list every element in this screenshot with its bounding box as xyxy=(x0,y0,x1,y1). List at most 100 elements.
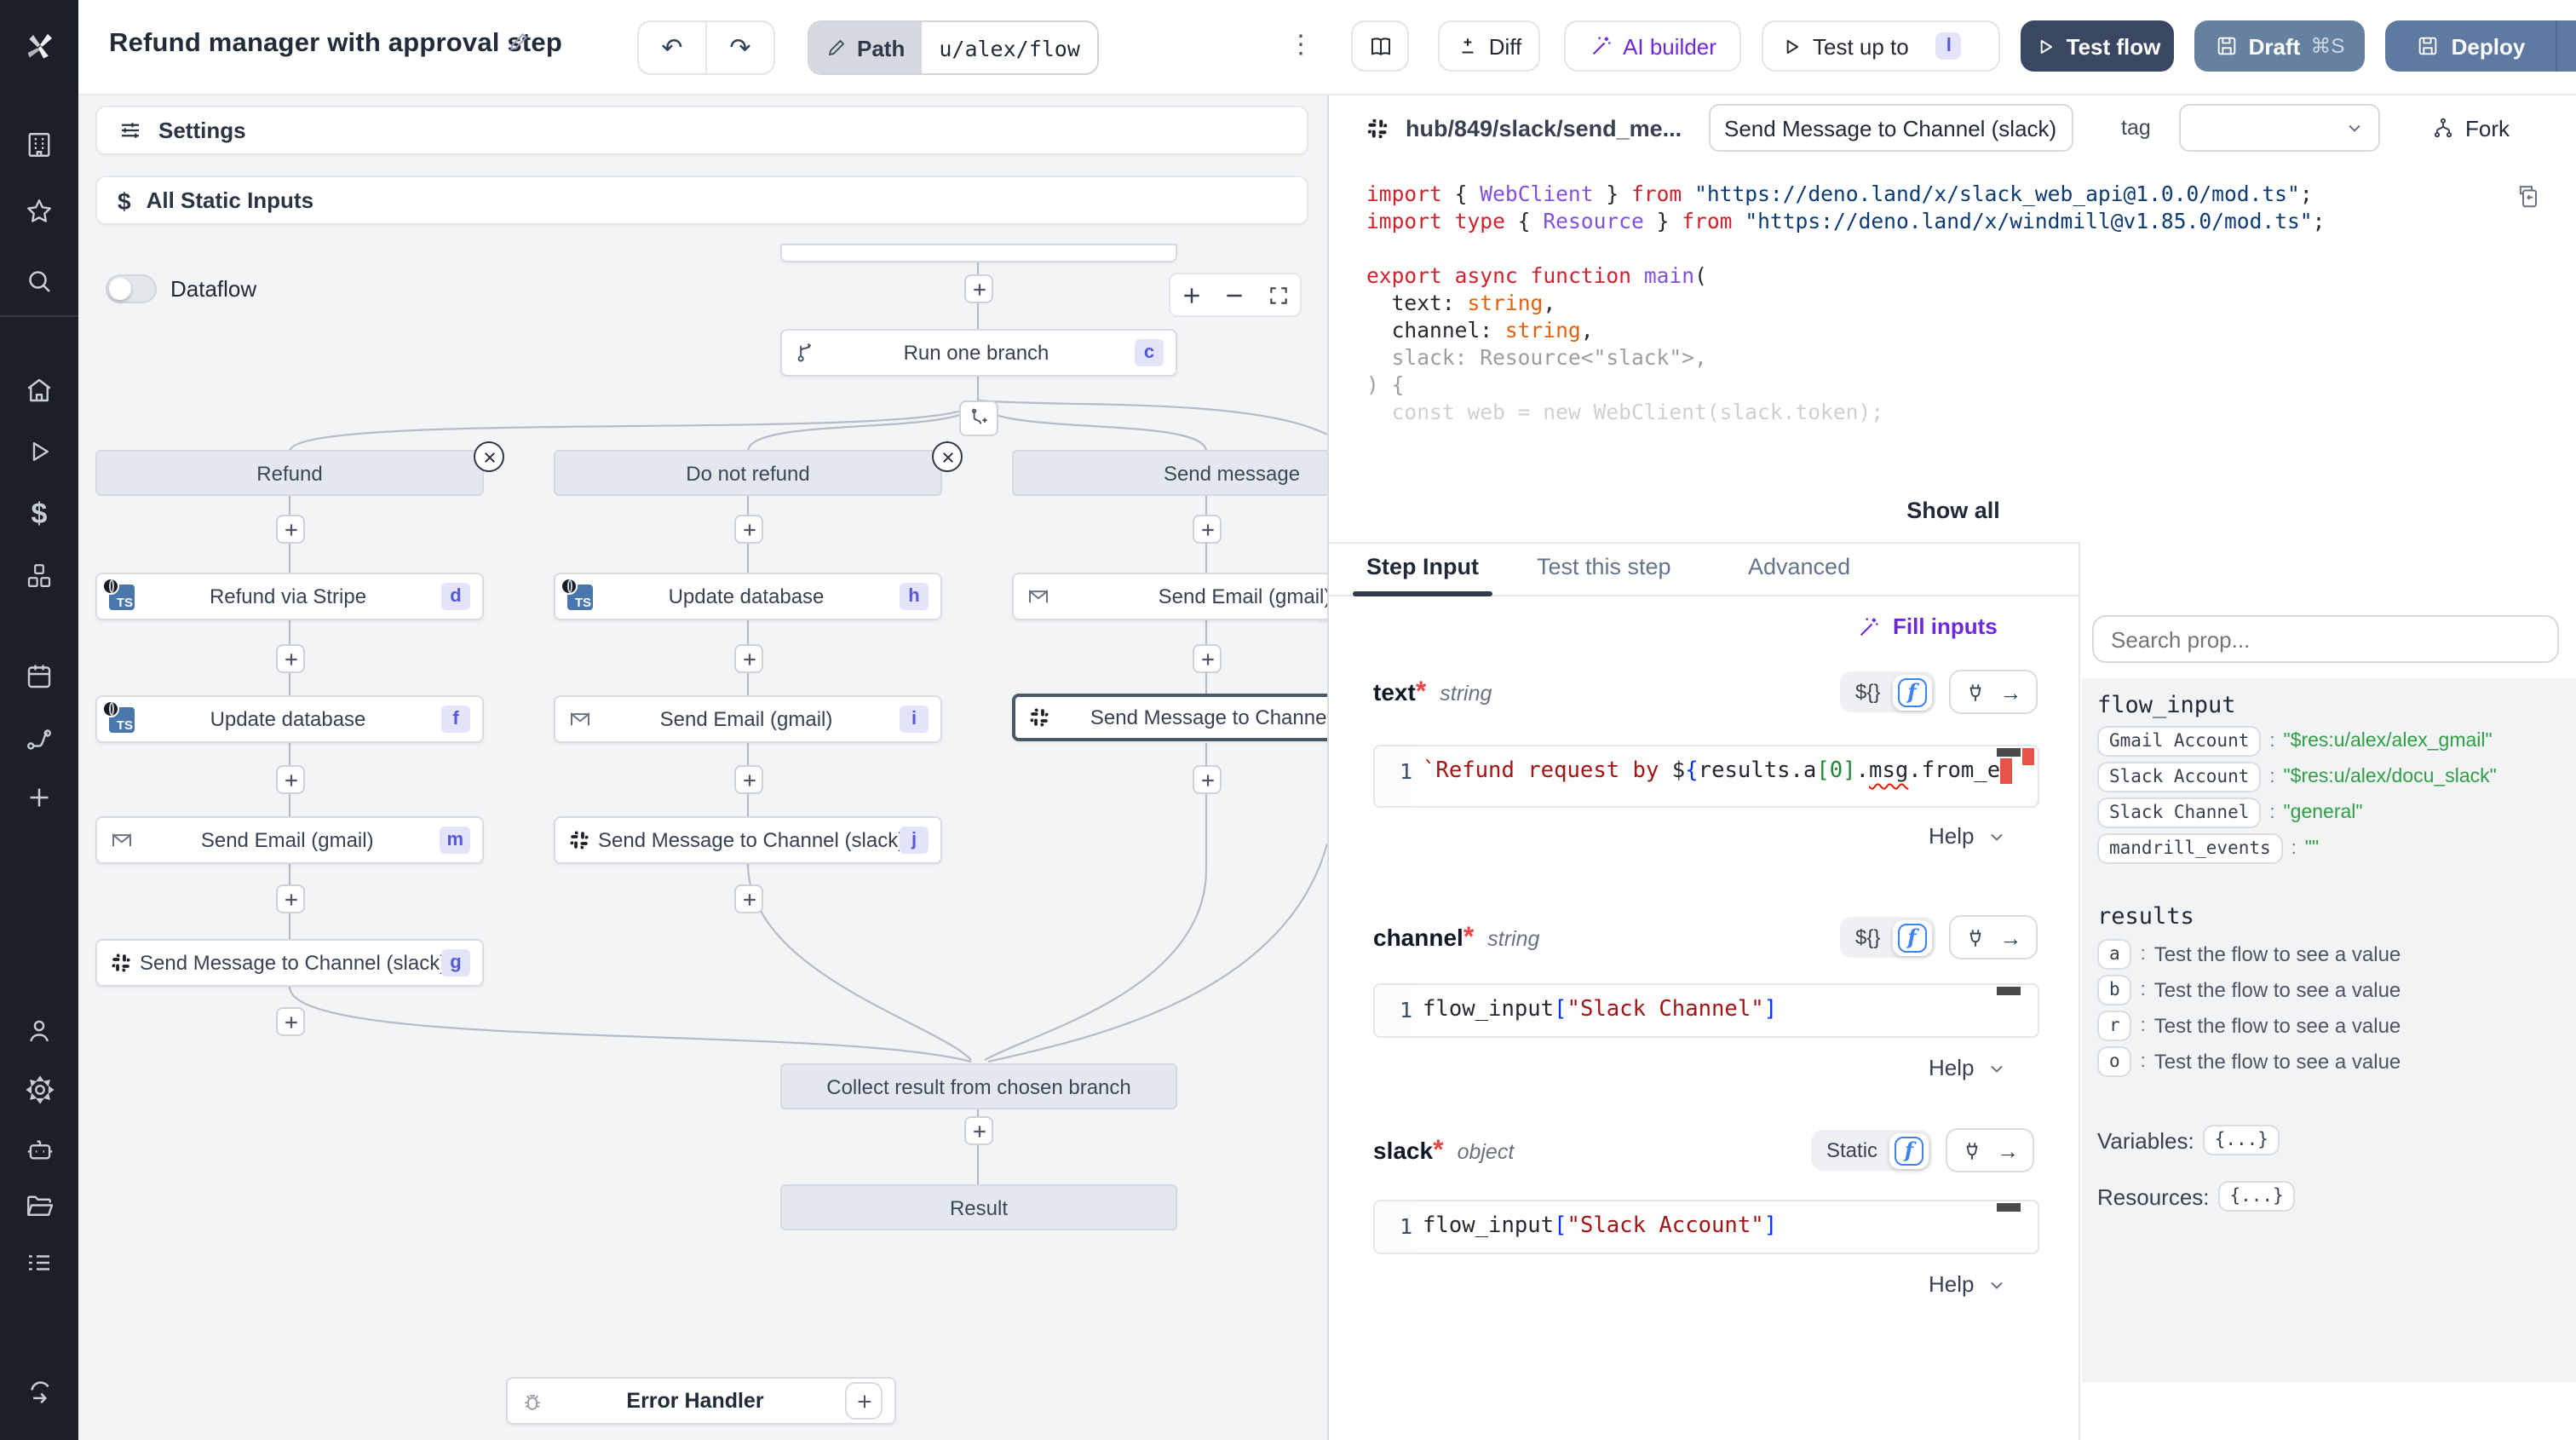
insert-step-plus[interactable] xyxy=(734,644,763,673)
insert-step-plus[interactable] xyxy=(276,515,305,544)
insert-step-plus[interactable] xyxy=(276,644,305,673)
search-props-input[interactable] xyxy=(2092,615,2559,663)
flow-title[interactable]: Refund manager with approval step xyxy=(109,29,562,60)
windmill-logo-icon[interactable] xyxy=(22,29,56,63)
results-title[interactable]: results xyxy=(2097,903,2194,930)
variables-row[interactable]: Variables: {...} xyxy=(2097,1125,2280,1155)
slack-mode-toggle[interactable]: Static f xyxy=(1811,1130,1932,1171)
expr-mode-option[interactable]: ${} xyxy=(1843,925,1892,949)
docs-book-button[interactable] xyxy=(1351,20,1409,72)
branch-header-refund[interactable]: Refund xyxy=(95,450,484,496)
zoom-out-icon[interactable] xyxy=(1224,284,1246,306)
insert-step-plus[interactable] xyxy=(276,1007,305,1036)
slack-expr-editor[interactable]: 1 flow_input["Slack Account"] xyxy=(1373,1200,2039,1254)
help-exit-icon[interactable] xyxy=(22,1374,56,1408)
step-summary-input[interactable]: Send Message to Channel (slack) xyxy=(1709,104,2073,152)
node-result[interactable]: Result xyxy=(780,1184,1177,1230)
edit-title-pencil-icon[interactable] xyxy=(508,31,530,53)
hub-script-path[interactable]: hub/849/slack/send_me... xyxy=(1406,115,1682,141)
show-all-button[interactable]: Show all xyxy=(1329,498,2576,523)
result-row[interactable]: o : Test the flow to see a value xyxy=(2097,1046,2401,1077)
ai-builder-button[interactable]: AI builder xyxy=(1564,20,1741,72)
branch-header-no-refund[interactable]: Do not refund xyxy=(554,450,942,496)
prop-key-pill[interactable]: Slack Account xyxy=(2097,762,2261,792)
node-run-one-branch[interactable]: Run one branch c xyxy=(780,329,1177,377)
node-send-email-1[interactable]: Send Email (gmail) xyxy=(1012,573,1327,620)
prop-row[interactable]: Gmail Account : "$res:u/alex/alex_gmail" xyxy=(2097,726,2493,757)
test-up-to-button[interactable]: Test up to l xyxy=(1762,20,2000,72)
remove-branch-refund-icon[interactable] xyxy=(474,441,504,472)
plug-icon[interactable] xyxy=(1964,926,1986,948)
insert-step-plus[interactable] xyxy=(1193,515,1222,544)
node-update-database-2[interactable]: TS Update database f xyxy=(95,695,484,743)
draft-button[interactable]: Draft ⌘S xyxy=(2194,20,2365,72)
variables-dollar-icon[interactable]: $ xyxy=(22,498,56,532)
text-mode-toggle[interactable]: ${} f xyxy=(1840,671,1935,712)
error-handler-node[interactable]: Error Handler xyxy=(506,1377,896,1425)
result-row[interactable]: a : Test the flow to see a value xyxy=(2097,939,2401,970)
resources-cubes-icon[interactable] xyxy=(22,559,56,593)
insert-step-plus[interactable] xyxy=(964,1116,993,1145)
node-send-email-2[interactable]: Send Email (gmail) i xyxy=(554,695,942,743)
result-key-pill[interactable]: a xyxy=(2097,939,2132,970)
fill-inputs-button[interactable]: Fill inputs xyxy=(1857,613,1998,639)
tab-step-input[interactable]: Step Input xyxy=(1366,554,1479,579)
node-refund-via-stripe[interactable]: TS Refund via Stripe d xyxy=(95,573,484,620)
prop-key-pill[interactable]: Gmail Account xyxy=(2097,726,2261,757)
node-send-slack-3[interactable]: Send Message to Channel (slack) g xyxy=(95,939,484,987)
expr-mode-option[interactable]: ${} xyxy=(1843,680,1892,704)
redo-button[interactable]: ↷ xyxy=(707,32,773,63)
search-icon[interactable] xyxy=(22,264,56,298)
workers-robot-icon[interactable] xyxy=(22,1132,56,1166)
channel-mode-toggle[interactable]: ${} f xyxy=(1840,917,1935,958)
schedules-calendar-icon[interactable] xyxy=(22,660,56,694)
plug-icon[interactable] xyxy=(1961,1139,1983,1161)
prop-row[interactable]: Slack Channel : "general" xyxy=(2097,798,2363,828)
deploy-dropdown-chevron[interactable] xyxy=(2557,35,2576,57)
resources-expand-pill[interactable]: {...} xyxy=(2218,1181,2296,1212)
resources-row[interactable]: Resources: {...} xyxy=(2097,1181,2296,1212)
arrow-right-icon[interactable]: → xyxy=(1999,924,2021,950)
static-mode-option[interactable]: Static xyxy=(1814,1138,1889,1162)
insert-step-plus[interactable] xyxy=(734,515,763,544)
result-row[interactable]: b : Test the flow to see a value xyxy=(2097,975,2401,1005)
tab-test-this-step[interactable]: Test this step xyxy=(1537,554,1671,579)
dataflow-toggle[interactable] xyxy=(106,274,157,303)
flow-input-title[interactable]: flow_input xyxy=(2097,692,2236,719)
user-icon[interactable] xyxy=(22,1014,56,1048)
insert-step-plus[interactable] xyxy=(1193,765,1222,794)
channel-expr-editor[interactable]: 1 flow_input["Slack Channel"] xyxy=(1373,983,2039,1038)
undo-button[interactable]: ↶ xyxy=(639,32,705,63)
home-icon[interactable] xyxy=(22,373,56,407)
insert-step-plus[interactable] xyxy=(276,884,305,913)
node-send-slack-selected[interactable]: Send Message to Channel (slack) xyxy=(1012,694,1327,741)
variables-expand-pill[interactable]: {...} xyxy=(2203,1125,2280,1155)
result-key-pill[interactable]: b xyxy=(2097,975,2132,1005)
deploy-button[interactable]: Deploy xyxy=(2385,33,2556,59)
channel-help-toggle[interactable]: Help xyxy=(1929,1055,2007,1080)
result-row[interactable]: r : Test the flow to see a value xyxy=(2097,1011,2401,1041)
path-input[interactable]: u/alex/flow xyxy=(922,22,1097,73)
flow-canvas[interactable]: Settings $ All Static Inputs Dataflow Ru… xyxy=(78,94,1327,1440)
text-expr-editor[interactable]: 1 `Refund request by ${results.a[0].msg.… xyxy=(1373,745,2039,808)
node-send-email-3[interactable]: Send Email (gmail) m xyxy=(95,816,484,864)
flows-route-icon[interactable] xyxy=(22,723,56,757)
plug-icon[interactable] xyxy=(1964,681,1986,703)
copy-code-icon[interactable] xyxy=(2515,184,2540,210)
path-button[interactable]: Path xyxy=(809,22,922,73)
branch-header-send-message[interactable]: Send message xyxy=(1012,450,1327,496)
flow-settings-bar[interactable]: Settings xyxy=(95,106,1308,155)
arrow-right-icon[interactable]: → xyxy=(1997,1138,2019,1163)
node-send-slack-2[interactable]: Send Message to Channel (slack) j xyxy=(554,816,942,864)
result-key-pill[interactable]: r xyxy=(2097,1011,2132,1041)
insert-step-plus[interactable] xyxy=(1193,644,1222,673)
prop-key-pill[interactable]: Slack Channel xyxy=(2097,798,2261,828)
prop-row[interactable]: mandrill_events : "" xyxy=(2097,833,2319,864)
fit-view-icon[interactable] xyxy=(1268,284,1290,306)
diff-button[interactable]: Diff xyxy=(1438,20,1540,72)
function-mode-selected[interactable]: f xyxy=(1892,674,1931,710)
insert-step-plus[interactable] xyxy=(964,274,993,303)
prop-key-pill[interactable]: mandrill_events xyxy=(2097,833,2283,864)
insert-step-plus[interactable] xyxy=(734,884,763,913)
arrow-right-icon[interactable]: → xyxy=(1999,679,2021,705)
